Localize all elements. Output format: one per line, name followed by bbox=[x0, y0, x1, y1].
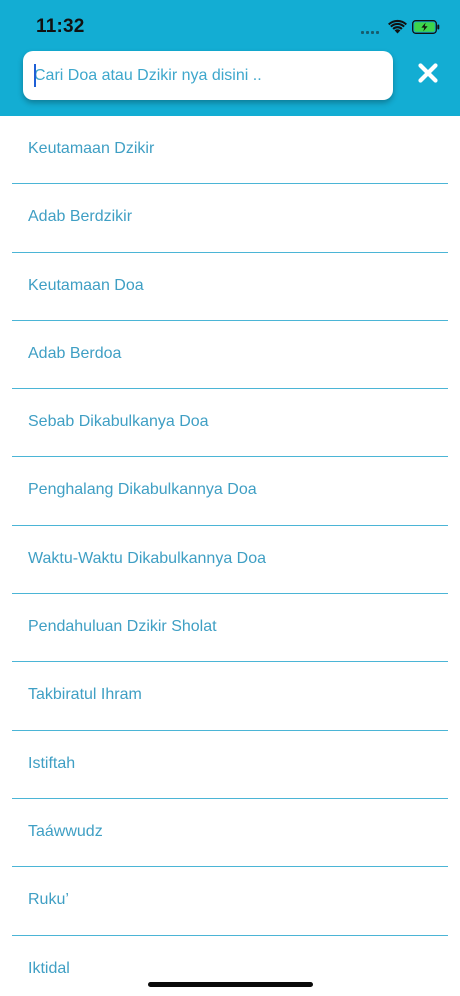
list-item-label: Keutamaan Dzikir bbox=[28, 140, 155, 157]
home-indicator bbox=[148, 982, 313, 987]
list-item[interactable]: Waktu-Waktu Dikabulkannya Doa bbox=[12, 526, 448, 595]
list-item-label: Takbiratul Ihram bbox=[28, 686, 142, 704]
list-item[interactable]: Sebab Dikabulkanya Doa bbox=[12, 389, 448, 458]
list-item-label: Ruku’ bbox=[28, 891, 69, 909]
list-item-label: Adab Berdzikir bbox=[28, 208, 133, 226]
status-time: 11:32 bbox=[36, 16, 85, 37]
battery-charging-icon bbox=[412, 20, 440, 34]
list-item-label: Istiftah bbox=[28, 754, 76, 772]
wifi-icon bbox=[388, 19, 407, 34]
status-bar: 11:32 bbox=[0, 0, 460, 50]
search-header: 11:32 bbox=[0, 0, 460, 116]
list-item-label: Adab Berdoa bbox=[28, 344, 122, 362]
list-item[interactable]: Istiftah bbox=[12, 731, 448, 799]
list-item-label: Pendahuluan Dzikir Sholat bbox=[28, 618, 217, 636]
topic-list: Keutamaan Dzikir Adab Berdzikir Keutamaa… bbox=[0, 116, 460, 996]
text-cursor bbox=[34, 64, 36, 87]
search-box bbox=[23, 51, 393, 100]
screen: 11:32 Cari Doa atau Dzikir nya disini ..… bbox=[0, 0, 460, 996]
list-item-label: Iktidal bbox=[28, 959, 70, 977]
list-item-label: Taáwwudz bbox=[28, 822, 103, 840]
list-item[interactable]: Pendahuluan Dzikir Sholat bbox=[12, 594, 448, 663]
cellular-signal-icon bbox=[361, 28, 381, 34]
list-item[interactable]: Adab Berdzikir bbox=[12, 184, 448, 253]
list-item[interactable]: Keutamaan Dzikir bbox=[12, 116, 448, 185]
list-item-label: Waktu-Waktu Dikabulkannya Doa bbox=[28, 549, 267, 567]
search-input[interactable] bbox=[34, 51, 384, 100]
list-item[interactable]: Ruku’ bbox=[12, 867, 448, 936]
list-item[interactable]: Taáwwudz bbox=[12, 799, 448, 868]
list-item[interactable]: Penghalang Dikabulkannya Doa bbox=[12, 457, 448, 526]
list-item[interactable]: Adab Berdoa bbox=[12, 321, 448, 390]
list-item-label: Sebab Dikabulkanya Doa bbox=[28, 413, 209, 431]
list-item-label: Penghalang Dikabulkannya Doa bbox=[28, 481, 257, 499]
list-item[interactable]: Keutamaan Doa bbox=[12, 253, 448, 321]
list-item[interactable]: Takbiratul Ihram bbox=[12, 662, 448, 731]
list-item-label: Keutamaan Doa bbox=[28, 276, 144, 294]
close-x-icon[interactable] bbox=[410, 55, 446, 91]
